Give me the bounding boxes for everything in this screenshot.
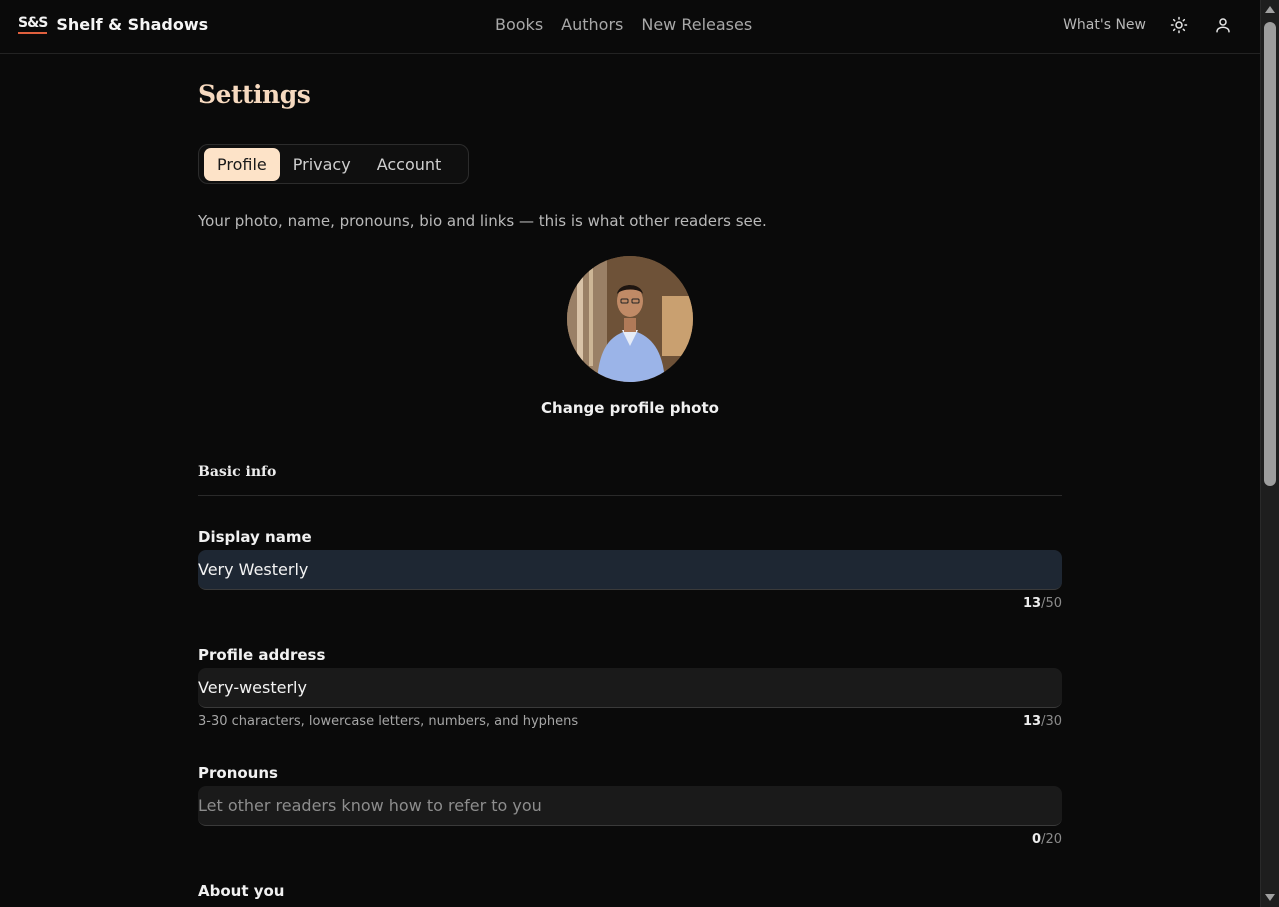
display-name-input[interactable] (198, 550, 1062, 590)
pronouns-input[interactable] (198, 786, 1062, 826)
brand-logo-text: S&S (18, 15, 48, 31)
display-name-label: Display name (198, 528, 312, 546)
about-you-label: About you (198, 882, 285, 900)
theme-toggle-button[interactable] (1168, 14, 1190, 36)
scroll-thumb[interactable] (1264, 22, 1276, 486)
settings-tabs: Profile Privacy Account (198, 144, 469, 184)
avatar-photo (567, 256, 693, 382)
brand-logo: S&S (18, 15, 48, 34)
tab-privacy[interactable]: Privacy (280, 148, 364, 181)
user-menu-button[interactable] (1212, 14, 1234, 36)
profile-address-label: Profile address (198, 646, 326, 664)
pronouns-counter: 0/20 (1032, 832, 1062, 847)
nav-new-releases[interactable]: New Releases (641, 15, 752, 34)
display-name-max: /50 (1041, 596, 1062, 611)
avatar-container[interactable] (567, 256, 693, 382)
top-header: S&S Shelf & Shadows Books Authors New Re… (0, 0, 1260, 54)
scroll-up-arrow-icon[interactable] (1265, 6, 1275, 13)
nav-books[interactable]: Books (495, 15, 543, 34)
sun-icon (1170, 16, 1188, 34)
page-title: Settings (198, 80, 311, 109)
settings-page: S&S Shelf & Shadows Books Authors New Re… (0, 0, 1279, 907)
profile-address-input[interactable] (198, 668, 1062, 708)
pronouns-label: Pronouns (198, 764, 278, 782)
page-scrollbar[interactable] (1260, 0, 1279, 907)
profile-address-counter: 13/30 (1023, 714, 1062, 729)
tab-profile[interactable]: Profile (204, 147, 280, 181)
pronouns-count: 0 (1032, 832, 1042, 847)
brand-logo-underline (18, 32, 48, 34)
nav-authors[interactable]: Authors (561, 15, 623, 34)
profile-address-count: 13 (1022, 714, 1042, 729)
pronouns-max: /20 (1041, 832, 1062, 847)
profile-address-hint: 3-30 characters, lowercase letters, numb… (198, 714, 579, 729)
profile-address-max: /30 (1041, 714, 1062, 729)
header-actions: What's New (1063, 14, 1234, 36)
tab-description: Your photo, name, pronouns, bio and link… (198, 212, 767, 230)
main-nav: Books Authors New Releases (495, 15, 752, 34)
avatar (567, 256, 693, 382)
section-divider (198, 495, 1062, 496)
scroll-down-arrow-icon[interactable] (1265, 894, 1275, 901)
brand-name: Shelf & Shadows (56, 15, 209, 34)
user-icon (1216, 18, 1230, 33)
brand[interactable]: S&S Shelf & Shadows (18, 15, 208, 34)
tab-account[interactable]: Account (364, 148, 455, 181)
section-basic-info: Basic info (198, 464, 277, 480)
change-profile-photo-button[interactable]: Change profile photo (198, 399, 1062, 417)
whats-new-link[interactable]: What's New (1063, 17, 1146, 33)
display-name-counter: 13/50 (1023, 596, 1062, 611)
display-name-count: 13 (1022, 596, 1042, 611)
